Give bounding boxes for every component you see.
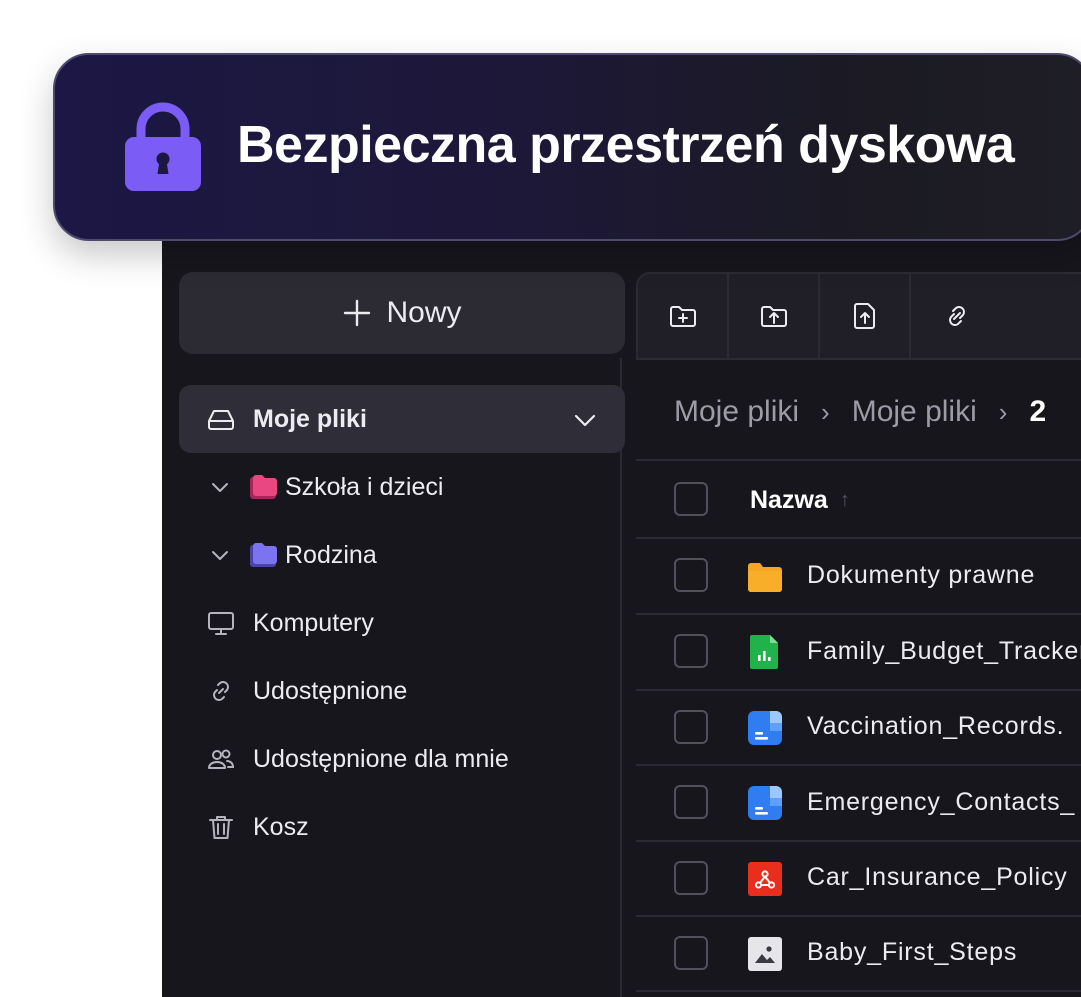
spreadsheet-icon	[750, 635, 778, 669]
breadcrumb-item[interactable]: Moje pliki	[674, 395, 799, 429]
breadcrumb: Moje pliki › Moje pliki › 2	[674, 395, 1046, 429]
folder-icon	[748, 563, 782, 592]
image-icon	[748, 937, 782, 971]
new-folder-icon	[669, 306, 696, 327]
row-divider	[636, 990, 1081, 992]
breadcrumb-item[interactable]: Moje pliki	[852, 395, 977, 429]
new-folder-button[interactable]	[638, 274, 729, 358]
upload-file-button[interactable]	[820, 274, 911, 358]
breadcrumb-current: 2	[1029, 395, 1047, 428]
file-name[interactable]: Baby_First_Steps	[807, 938, 1017, 967]
share-link-button[interactable]	[911, 274, 1002, 358]
sidebar-item-label: Szkoła i dzieci	[285, 472, 444, 501]
plus-icon	[342, 298, 372, 328]
row-divider	[636, 689, 1081, 691]
file-name[interactable]: Family_Budget_Tracker	[807, 637, 1081, 666]
divider	[636, 537, 1081, 539]
upload-file-icon	[853, 303, 875, 329]
document-icon	[748, 711, 782, 745]
new-button[interactable]: Nowy	[179, 272, 625, 354]
file-name[interactable]: Emergency_Contacts_	[807, 788, 1075, 817]
row-checkbox[interactable]	[674, 710, 708, 744]
row-checkbox[interactable]	[674, 936, 708, 970]
sidebar-nav: Moje pliki Szkoła i dzieci Rodzina Kompu…	[179, 385, 625, 861]
link-icon	[205, 675, 237, 707]
file-name[interactable]: Dokumenty prawne	[807, 561, 1035, 590]
folder-icon	[247, 540, 279, 570]
banner-title: Bezpieczna przestrzeń dyskowa	[237, 116, 1015, 174]
pdf-icon	[748, 862, 782, 896]
sidebar-item-label: Udostępnione	[253, 676, 408, 705]
sidebar-item-shared-with-me[interactable]: Udostępnione dla mnie	[179, 725, 625, 793]
stage: Nowy Moje pliki Szkoła i dzieci Rodzina …	[0, 0, 1081, 997]
drive-icon	[205, 403, 237, 435]
column-header-label: Nazwa	[750, 486, 828, 514]
file-name[interactable]: Vaccination_Records.	[807, 712, 1064, 741]
column-header-name[interactable]: Nazwa ↑	[750, 486, 850, 515]
row-divider	[636, 764, 1081, 766]
row-checkbox[interactable]	[674, 634, 708, 668]
chevron-down-icon[interactable]	[207, 542, 233, 568]
row-checkbox[interactable]	[674, 558, 708, 592]
chevron-down-icon[interactable]	[571, 406, 599, 434]
sidebar-item-computers[interactable]: Komputery	[179, 589, 625, 657]
file-toolbar	[636, 272, 1081, 360]
promo-banner: Bezpieczna przestrzeń dyskowa	[53, 53, 1081, 241]
sidebar-item-label: Komputery	[253, 608, 374, 637]
new-button-label: Nowy	[386, 296, 462, 329]
sidebar-item-shared[interactable]: Udostępnione	[179, 657, 625, 725]
lock-icon	[125, 102, 201, 191]
drive-app: Nowy Moje pliki Szkoła i dzieci Rodzina …	[162, 190, 1081, 997]
sidebar-item-family[interactable]: Rodzina	[179, 521, 625, 589]
file-name[interactable]: Car_Insurance_Policy	[807, 863, 1068, 892]
upload-folder-button[interactable]	[729, 274, 820, 358]
row-checkbox[interactable]	[674, 861, 708, 895]
folder-icon	[247, 472, 279, 502]
select-all-checkbox[interactable]	[674, 482, 708, 516]
divider	[636, 459, 1081, 461]
chevron-down-icon[interactable]	[207, 474, 233, 500]
row-divider	[636, 613, 1081, 615]
sidebar-item-label: Udostępnione dla mnie	[253, 744, 509, 773]
link-icon	[948, 306, 965, 326]
users-icon	[205, 743, 237, 775]
row-divider	[636, 840, 1081, 842]
sidebar-item-school-and-kids[interactable]: Szkoła i dzieci	[179, 453, 625, 521]
row-checkbox[interactable]	[674, 785, 708, 819]
chevron-right-icon: ›	[821, 396, 830, 427]
sidebar-item-my-files[interactable]: Moje pliki	[179, 385, 625, 453]
chevron-right-icon: ›	[998, 396, 1008, 427]
trash-icon	[205, 811, 237, 843]
sort-arrow-up-icon: ↑	[839, 489, 850, 511]
monitor-icon	[205, 607, 237, 639]
sidebar-item-label: Moje pliki	[253, 404, 367, 433]
document-icon	[748, 786, 782, 820]
row-divider	[636, 915, 1081, 917]
sidebar-item-label: Kosz	[253, 812, 309, 841]
sidebar-item-label: Rodzina	[285, 540, 377, 569]
sidebar-item-trash[interactable]: Kosz	[179, 793, 625, 861]
upload-folder-icon	[760, 306, 787, 327]
